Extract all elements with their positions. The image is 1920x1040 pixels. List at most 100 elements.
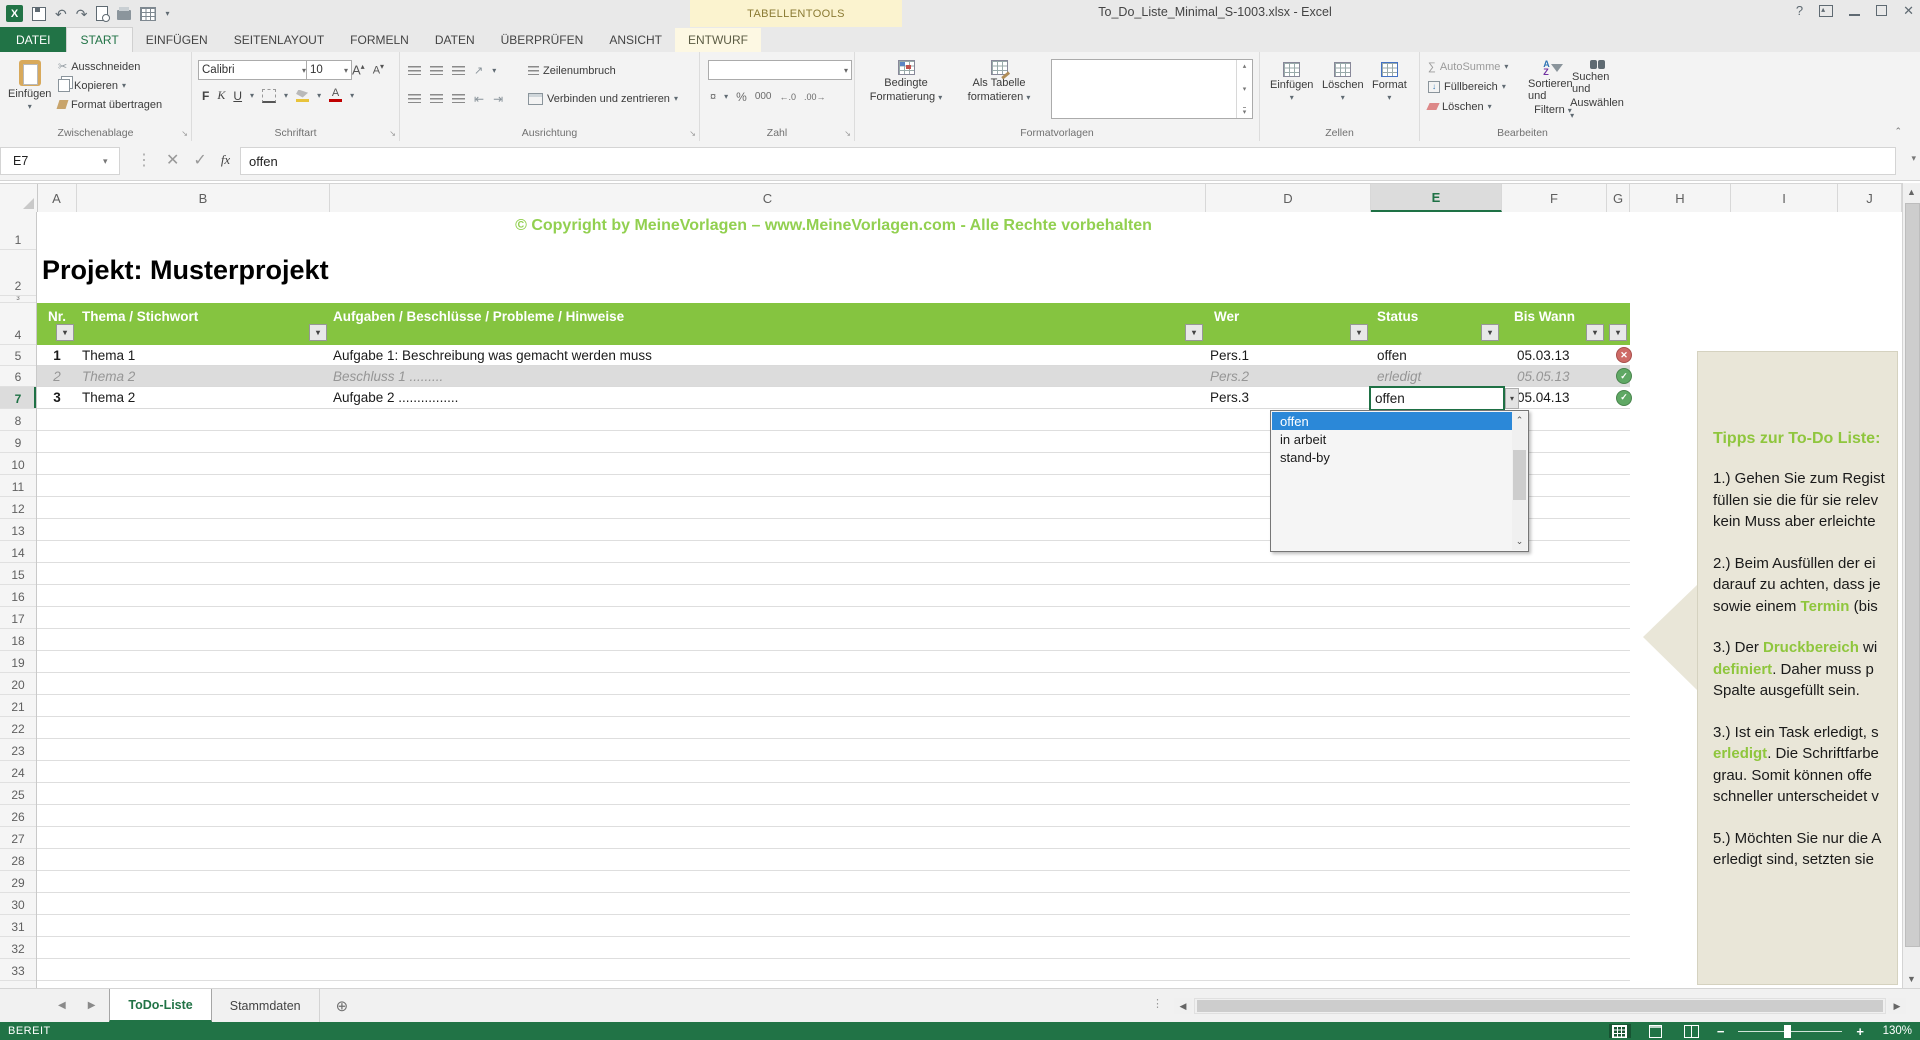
formula-input[interactable]: offen xyxy=(240,147,1896,175)
row-header-27[interactable]: 27 xyxy=(0,827,36,849)
empty-row-29[interactable] xyxy=(37,871,1630,893)
percent-style-button[interactable]: % xyxy=(736,90,747,104)
row-header-23[interactable]: 23 xyxy=(0,739,36,761)
qat-customize-icon[interactable]: ▾ xyxy=(165,9,169,18)
merge-center-button[interactable]: Verbinden und zentrieren ▾ xyxy=(528,90,678,107)
empty-row-32[interactable] xyxy=(37,937,1630,959)
font-size-combo[interactable]: 10 ▾ xyxy=(306,60,352,80)
conditional-formatting-button[interactable]: Bedingte Formatierung ▾ xyxy=(863,60,949,103)
row-header-19[interactable]: 19 xyxy=(0,651,36,673)
cancel-formula-icon[interactable]: ✕ xyxy=(166,150,179,170)
copy-button[interactable]: Kopieren ▾ xyxy=(58,77,126,94)
number-dialog-launcher[interactable]: ↘ xyxy=(844,129,851,138)
comma-style-button[interactable]: 000 xyxy=(755,91,772,102)
grow-font-button[interactable]: A▴ xyxy=(352,62,365,77)
decrease-decimal-button[interactable]: .00→ xyxy=(804,92,826,102)
tab--berpr-fen[interactable]: ÜBERPRÜFEN xyxy=(488,28,597,52)
dropdown-scroll-thumb[interactable] xyxy=(1513,450,1526,500)
empty-row-25[interactable] xyxy=(37,783,1630,805)
row-header-3[interactable]: 3 xyxy=(0,296,36,303)
column-header-e[interactable]: E xyxy=(1371,184,1502,212)
sheet-tab-stammdaten[interactable]: Stammdaten xyxy=(212,989,320,1022)
column-header-f[interactable]: F xyxy=(1502,184,1607,212)
dropdown-option-stand-by[interactable]: stand-by xyxy=(1272,448,1513,466)
empty-row-18[interactable] xyxy=(37,629,1630,651)
cell-styles-gallery[interactable]: ▴ ▾ ▾ xyxy=(1051,59,1253,119)
orientation-icon[interactable]: ↗ xyxy=(474,64,483,77)
zoom-out-button[interactable]: − xyxy=(1717,1025,1725,1038)
row-header-21[interactable]: 21 xyxy=(0,695,36,717)
format-cells-button[interactable]: Format ▾ xyxy=(1372,62,1407,102)
scroll-down-icon[interactable]: ⌄ xyxy=(1512,533,1527,550)
gallery-scroll-controls[interactable]: ▴ ▾ ▾ xyxy=(1236,60,1252,118)
empty-row-23[interactable] xyxy=(37,739,1630,761)
tab-einf-gen[interactable]: EINFÜGEN xyxy=(133,28,221,52)
bold-button[interactable]: F xyxy=(202,89,209,103)
close-icon[interactable]: ✕ xyxy=(1903,4,1914,17)
increase-indent-icon[interactable]: ⇥ xyxy=(493,92,503,106)
ribbon-display-options-icon[interactable] xyxy=(1819,4,1834,17)
filter-button-aufgaben-beschl-sse-probleme-hinweise[interactable]: ▾ xyxy=(1185,324,1203,341)
tab-start[interactable]: START xyxy=(66,27,133,52)
align-center-icon[interactable] xyxy=(430,94,443,103)
select-all-corner[interactable] xyxy=(0,184,38,212)
tab-formeln[interactable]: FORMELN xyxy=(337,28,422,52)
vertical-scrollbar[interactable]: ▲ ▼ xyxy=(1902,183,1920,988)
align-left-icon[interactable] xyxy=(408,94,421,103)
row-header-28[interactable]: 28 xyxy=(0,849,36,871)
scroll-right-icon[interactable]: ▶ xyxy=(1888,998,1906,1014)
row-header-11[interactable]: 11 xyxy=(0,475,36,497)
row-header-2[interactable]: 2 xyxy=(0,250,36,296)
increase-decimal-button[interactable]: ←.0 xyxy=(780,92,797,102)
format-painter-button[interactable]: Format übertragen xyxy=(56,96,162,113)
redo-icon[interactable]: ↷ xyxy=(76,7,88,21)
filter-button-done-flag[interactable]: ▾ xyxy=(1609,324,1627,341)
clear-button[interactable]: Löschen ▾ xyxy=(1426,98,1508,115)
clipboard-dialog-launcher[interactable]: ↘ xyxy=(181,129,188,138)
delete-cells-button[interactable]: Löschen ▾ xyxy=(1322,62,1364,102)
decrease-indent-icon[interactable]: ⇤ xyxy=(474,92,484,106)
row-header-32[interactable]: 32 xyxy=(0,937,36,959)
tab-datei[interactable]: DATEI xyxy=(0,27,67,52)
name-box[interactable]: E7 ▾ xyxy=(0,147,120,175)
dropdown-scrollbar[interactable]: ⌃ ⌄ xyxy=(1512,412,1527,550)
enter-formula-icon[interactable]: ✓ xyxy=(193,150,206,170)
row-header-31[interactable]: 31 xyxy=(0,915,36,937)
align-middle-icon[interactable] xyxy=(430,66,443,75)
row-header-4[interactable]: 4 xyxy=(0,303,36,345)
collapse-ribbon-icon[interactable]: ⌃ xyxy=(1894,126,1902,137)
column-header-j[interactable]: J xyxy=(1838,184,1902,212)
filter-button-status[interactable]: ▾ xyxy=(1481,324,1499,341)
row-header-9[interactable]: 9 xyxy=(0,431,36,453)
sheet-grid[interactable]: 1 2 3 4 5 6 7 8 9 10 11 12 13 14 15 16 17 18 19 20 21 22 23 24 2… xyxy=(0,212,1902,988)
prev-sheet-icon[interactable]: ◀ xyxy=(58,1000,66,1011)
dropdown-option-offen[interactable]: offen xyxy=(1272,412,1513,430)
scroll-left-icon[interactable]: ◀ xyxy=(1174,998,1192,1014)
row-header-25[interactable]: 25 xyxy=(0,783,36,805)
empty-row-17[interactable] xyxy=(37,607,1630,629)
restore-icon[interactable] xyxy=(1876,2,1891,16)
font-name-combo[interactable]: Calibri ▾ xyxy=(198,60,310,80)
print-preview-icon[interactable] xyxy=(96,6,111,22)
align-right-icon[interactable] xyxy=(452,94,465,103)
next-sheet-icon[interactable]: ▶ xyxy=(88,1000,96,1011)
row-header-8[interactable]: 8 xyxy=(0,409,36,431)
accounting-format-icon[interactable]: ¤ xyxy=(710,91,716,103)
empty-row-19[interactable] xyxy=(37,651,1630,673)
row-header-16[interactable]: 16 xyxy=(0,585,36,607)
row-header-14[interactable]: 14 xyxy=(0,541,36,563)
empty-row-20[interactable] xyxy=(37,673,1630,695)
borders-icon[interactable] xyxy=(262,88,277,103)
alignment-dialog-launcher[interactable]: ↘ xyxy=(689,129,696,138)
align-top-icon[interactable] xyxy=(408,66,421,75)
zoom-slider-thumb[interactable] xyxy=(1784,1024,1792,1038)
empty-row-27[interactable] xyxy=(37,827,1630,849)
row-header-17[interactable]: 17 xyxy=(0,607,36,629)
wrap-text-button[interactable]: Zeilenumbruch xyxy=(528,62,616,79)
tab-seitenlayout[interactable]: SEITENLAYOUT xyxy=(221,28,337,52)
paste-button[interactable]: Einfügen ▾ xyxy=(8,60,51,111)
sheet-tab-todo-liste[interactable]: ToDo-Liste xyxy=(109,989,212,1022)
row-header-29[interactable]: 29 xyxy=(0,871,36,893)
empty-row-15[interactable] xyxy=(37,563,1630,585)
insert-function-icon[interactable]: fx xyxy=(221,152,230,168)
